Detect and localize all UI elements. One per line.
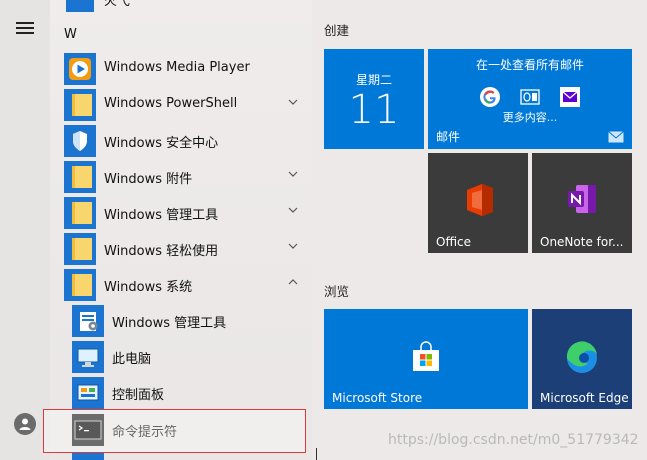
- mail-envelope-icon: [608, 131, 624, 143]
- app-item-security-center[interactable]: Windows 安全中心: [64, 123, 312, 157]
- group-title-browse[interactable]: 浏览: [324, 281, 349, 300]
- app-label: Windows 安全中心: [104, 136, 219, 151]
- group-title-create[interactable]: 创建: [324, 20, 349, 39]
- app-label: 此电脑: [112, 352, 152, 367]
- store-icon: [413, 341, 439, 371]
- app-label: Windows 附件: [104, 172, 193, 187]
- hamburger-menu-icon[interactable]: [16, 22, 34, 34]
- app-list: 火弋 W Windows Media Player Windows PowerS…: [50, 0, 312, 460]
- app-folder-accessories[interactable]: Windows 附件: [64, 159, 312, 193]
- watermark-url: https://blog.csdn.net/m0_51779342: [388, 432, 639, 448]
- text-caret: [316, 448, 317, 460]
- edge-tile-label: Microsoft Edge: [540, 391, 629, 405]
- folder-icon: [64, 269, 96, 301]
- section-letter-w[interactable]: W: [64, 27, 77, 42]
- office-tile-label: Office: [436, 235, 472, 249]
- mail-tile[interactable]: 在一处查看所有邮件 更多内容... 邮件: [428, 49, 632, 149]
- app-folder-windows-system[interactable]: Windows 系统: [64, 267, 312, 301]
- onenote-tile[interactable]: OneNote for...: [532, 153, 632, 253]
- app-label: Windows PowerShell: [104, 96, 238, 111]
- app-label: Windows 管理工具: [104, 208, 219, 223]
- app-item-this-pc[interactable]: 此电脑: [64, 339, 312, 373]
- outlook-icon: [520, 87, 540, 107]
- chevron-down-icon[interactable]: [286, 203, 300, 217]
- calendar-day: 星期二: [355, 73, 392, 87]
- folder-icon: [64, 197, 96, 229]
- this-pc-icon: [72, 341, 104, 373]
- start-rail: [0, 0, 50, 460]
- chevron-down-icon[interactable]: [286, 95, 300, 109]
- partial-next-app-icon[interactable]: [72, 452, 104, 460]
- yahoo-mail-icon: [560, 87, 580, 107]
- microsoft-store-tile[interactable]: Microsoft Store: [324, 309, 528, 409]
- control-panel-icon: [72, 377, 104, 409]
- app-label: Windows 系统: [104, 280, 193, 295]
- edge-icon: [566, 341, 597, 373]
- calendar-tile[interactable]: 星期二 11: [324, 49, 424, 149]
- folder-icon: [64, 89, 96, 121]
- partial-app-label[interactable]: 火弋: [104, 0, 130, 9]
- folder-icon: [64, 161, 96, 193]
- microsoft-edge-tile[interactable]: Microsoft Edge: [532, 309, 632, 409]
- office-tile[interactable]: Office: [428, 153, 528, 253]
- selection-highlight: [43, 409, 306, 453]
- chevron-down-icon[interactable]: [286, 239, 300, 253]
- app-folder-admin-tools[interactable]: Windows 管理工具: [64, 195, 312, 229]
- shield-icon: [64, 125, 96, 157]
- app-folder-ease-of-access[interactable]: Windows 轻松使用: [64, 231, 312, 265]
- app-item-admin-tools[interactable]: Windows 管理工具: [64, 303, 312, 337]
- office-icon: [467, 184, 493, 216]
- mail-heading: 在一处查看所有邮件: [475, 58, 584, 72]
- google-icon: [480, 87, 500, 107]
- app-item-control-panel[interactable]: 控制面板: [64, 375, 312, 409]
- admin-tools-icon: [72, 305, 104, 337]
- chevron-down-icon[interactable]: [286, 167, 300, 181]
- folder-icon: [64, 233, 96, 265]
- store-tile-label: Microsoft Store: [332, 391, 423, 405]
- chevron-up-icon[interactable]: [286, 275, 300, 289]
- app-item-media-player[interactable]: Windows Media Player: [64, 51, 312, 85]
- partial-app-icon[interactable]: [66, 0, 94, 12]
- app-label: Windows 轻松使用: [104, 244, 219, 259]
- onenote-icon: [568, 185, 596, 213]
- app-label: Windows 管理工具: [112, 316, 227, 331]
- mail-more-text: 更多内容...: [502, 111, 558, 124]
- app-folder-powershell[interactable]: Windows PowerShell: [64, 87, 312, 121]
- user-avatar-icon[interactable]: [14, 413, 36, 435]
- calendar-date: 11: [348, 87, 400, 133]
- media-player-icon: [64, 53, 96, 85]
- mail-tile-label: 邮件: [436, 130, 461, 144]
- app-label: Windows Media Player: [104, 60, 250, 75]
- onenote-tile-label: OneNote for...: [540, 235, 624, 249]
- app-label: 控制面板: [112, 388, 165, 403]
